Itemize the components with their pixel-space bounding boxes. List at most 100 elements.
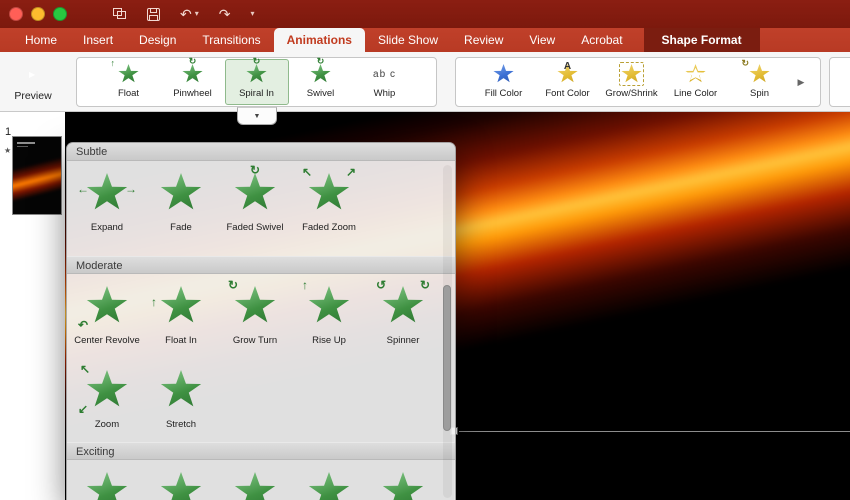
animation-option[interactable] — [144, 460, 218, 500]
moderate-row-1: ↶ Center Revolve ↑ Float In ↻ Grow Turn … — [67, 274, 455, 358]
ribbon-animation-spiral-in[interactable]: ↻ Spiral In — [224, 57, 289, 105]
selection-border-top — [459, 431, 850, 432]
dropdown-scrollbar[interactable] — [443, 165, 452, 498]
slide-thumbnail-panel: 1 ★ — [0, 112, 65, 500]
gallery-expand-button[interactable]: ▼ — [237, 107, 277, 125]
save-icon — [147, 7, 160, 21]
expand-icon: ← → — [77, 170, 137, 216]
grow-shrink-button[interactable]: Grow/Shrink — [600, 59, 664, 105]
tab-view[interactable]: View — [516, 28, 568, 52]
tab-slide-show[interactable]: Slide Show — [365, 28, 451, 52]
animation-option-center-revolve[interactable]: ↶ Center Revolve — [70, 274, 144, 346]
undo-button[interactable]: ↶ ▾ — [180, 7, 199, 21]
tab-review[interactable]: Review — [451, 28, 516, 52]
stretch-icon — [157, 367, 205, 413]
spin-button[interactable]: ↻ Spin — [728, 59, 792, 105]
animation-option-float-in[interactable]: ↑ Float In — [144, 274, 218, 346]
ribbon-animation-swivel[interactable]: ↻ Swivel — [289, 57, 353, 105]
animation-option[interactable] — [70, 460, 144, 500]
zoom-icon: ↖ ↙ — [78, 363, 131, 415]
tab-shape-format[interactable]: Shape Format — [643, 28, 760, 52]
animation-option-spinner[interactable]: ↺ ↻ Spinner — [366, 274, 440, 346]
animation-star-icon — [379, 469, 427, 500]
animation-star-icon — [157, 469, 205, 500]
redo-button[interactable]: ↷ — [219, 7, 231, 21]
preview-icon: ▶ — [20, 63, 46, 87]
subtle-row: ← → Expand Fade ↻ Faded Swivel ↖ ↗ Faded… — [67, 161, 455, 256]
animation-gallery-dropdown: Subtle ← → Expand Fade ↻ Faded Swivel ↖ … — [66, 142, 456, 500]
play-icon: ▶ — [29, 69, 36, 79]
fade-icon — [157, 170, 205, 216]
effects-scroll-right-button[interactable]: ▶ — [798, 77, 805, 88]
center-revolve-icon: ↶ — [78, 283, 131, 331]
section-header-moderate: Moderate — [67, 256, 455, 274]
rise-up-icon: ↑ — [302, 279, 353, 329]
animation-option-rise-up[interactable]: ↑ Rise Up — [292, 274, 366, 346]
effect-options-group: Fill Color A Font Color Grow/Shrink Line… — [455, 57, 821, 107]
moderate-row-2: ↖ ↙ Zoom Stretch — [67, 358, 455, 442]
animation-star-icon — [83, 469, 131, 500]
animation-option-stretch[interactable]: Stretch — [144, 358, 218, 430]
animation-option[interactable] — [218, 460, 292, 500]
spiral-in-icon: ↻ — [242, 57, 272, 85]
content-area: 1 ★ Subtle ← → Expand Fade ↻ Faded Swive… — [0, 112, 850, 500]
undo-dropdown-caret-icon[interactable]: ▾ — [195, 10, 199, 18]
faded-zoom-icon: ↖ ↗ — [302, 166, 356, 216]
spin-icon: ↻ — [742, 59, 775, 85]
animation-option[interactable] — [366, 460, 440, 500]
animation-option-faded-zoom[interactable]: ↖ ↗ Faded Zoom — [292, 161, 366, 233]
preview-button[interactable]: ▶ Preview — [0, 54, 66, 110]
close-button[interactable] — [9, 7, 23, 21]
ribbon-animation-pinwheel[interactable]: ↻ Pinwheel — [161, 57, 225, 105]
tab-insert[interactable]: Insert — [70, 28, 126, 52]
view-slides-button[interactable] — [113, 8, 127, 20]
line-color-button[interactable]: Line Color — [664, 59, 728, 105]
zoom-button[interactable] — [53, 7, 67, 21]
ribbon-tabs: Home Insert Design Transitions Animation… — [0, 28, 850, 52]
animation-indicator-icon: ★ — [4, 146, 12, 155]
font-color-button[interactable]: A Font Color — [536, 59, 600, 105]
scrollbar-thumb[interactable] — [443, 285, 451, 431]
slide-1-thumbnail[interactable] — [12, 136, 62, 215]
toolbar-options-button[interactable]: ▾ — [250, 10, 254, 18]
animation-option-zoom[interactable]: ↖ ↙ Zoom — [70, 358, 144, 430]
chevron-down-icon: ▼ — [253, 112, 261, 120]
tab-home[interactable]: Home — [12, 28, 70, 52]
window-controls — [9, 7, 67, 21]
grow-turn-icon: ↻ — [228, 279, 279, 329]
whip-icon: ab c — [373, 68, 396, 80]
quick-access-toolbar: ↶ ▾ ↷ ▾ — [113, 7, 255, 21]
animation-option-grow-turn[interactable]: ↻ Grow Turn — [218, 274, 292, 346]
animation-option[interactable] — [292, 460, 366, 500]
section-header-subtle: Subtle — [67, 143, 455, 161]
tab-design[interactable]: Design — [126, 28, 189, 52]
animation-option-faded-swivel[interactable]: ↻ Faded Swivel — [218, 161, 292, 233]
undo-icon: ↶ — [180, 6, 192, 22]
float-in-icon: ↑ — [151, 283, 205, 329]
tab-animations[interactable]: Animations — [273, 28, 365, 52]
slide-number: 1 — [5, 126, 12, 138]
tab-transitions[interactable]: Transitions — [189, 28, 273, 52]
font-color-icon: A — [553, 61, 583, 85]
ribbon-animation-float[interactable]: ↑ Float — [97, 59, 161, 105]
animation-option-fade[interactable]: Fade — [144, 161, 218, 233]
ribbon-animation-whip[interactable]: ab c Whip — [353, 59, 417, 105]
thumbnail-subtitle-line — [17, 146, 28, 147]
exciting-row-partial — [67, 460, 455, 500]
grow-shrink-icon — [617, 62, 647, 86]
save-button[interactable] — [147, 7, 160, 21]
faded-swivel-icon: ↻ — [231, 164, 279, 216]
titlebar: ↶ ▾ ↷ ▾ — [0, 0, 850, 28]
tab-acrobat[interactable]: Acrobat — [568, 28, 635, 52]
line-color-icon — [681, 63, 711, 85]
slides-grid-icon — [113, 8, 126, 19]
spinner-icon: ↺ ↻ — [376, 279, 430, 329]
animation-option-expand[interactable]: ← → Expand — [70, 161, 144, 233]
thumbnail-title-line — [17, 142, 35, 144]
minimize-button[interactable] — [31, 7, 45, 21]
pinwheel-icon: ↻ — [178, 57, 208, 85]
fill-color-button[interactable]: Fill Color — [472, 59, 536, 105]
animation-star-icon — [305, 469, 353, 500]
fill-color-icon — [489, 63, 519, 85]
toolbar-options-caret-icon: ▾ — [250, 9, 255, 18]
